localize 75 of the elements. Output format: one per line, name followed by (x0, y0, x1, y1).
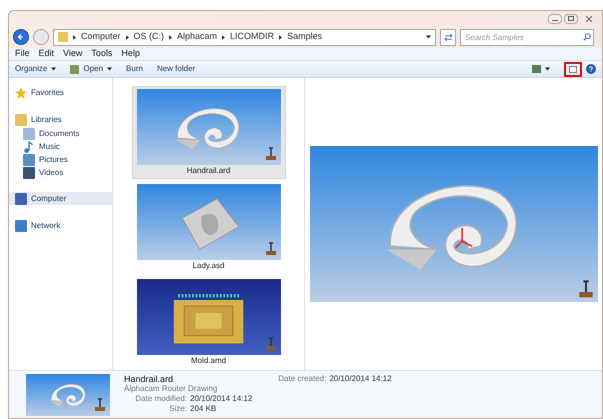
detail-value: 20/10/2014 14:12 (329, 374, 392, 384)
search-field[interactable]: Search Samples (460, 28, 594, 46)
file-tile[interactable]: Handrail.ard (132, 86, 286, 179)
detail-file-type: Alphacam Router Drawing (124, 384, 218, 394)
dropdown-caret-icon (545, 67, 550, 71)
star-icon (15, 86, 27, 98)
chevron-icon (169, 34, 172, 40)
file-name: Mold.amd (190, 355, 226, 367)
pictures-icon (23, 154, 35, 166)
close-icon (586, 16, 592, 22)
refresh-button[interactable] (440, 28, 456, 46)
machine-icon (264, 145, 276, 161)
nav-item[interactable]: Computer (9, 192, 112, 205)
menu-item[interactable]: View (63, 47, 82, 61)
preview-pane-button[interactable] (564, 62, 582, 76)
machine-icon (264, 335, 276, 351)
detail-value: 20/10/2014 14:12 (190, 394, 252, 404)
app-icon (70, 64, 80, 74)
menu-item[interactable]: Tools (91, 47, 112, 61)
detail-filename: Handrail.ard (124, 374, 174, 384)
network-icon (15, 220, 27, 232)
menu-item[interactable]: Help (121, 47, 140, 61)
file-name: Handrail.ard (186, 165, 230, 177)
maximize-button[interactable] (564, 14, 578, 24)
file-name: Lady.asd (192, 260, 224, 272)
nav-item[interactable]: Favorites (9, 86, 112, 99)
toolbar-button[interactable]: Burn (126, 63, 143, 75)
arrow-left-icon (17, 33, 25, 41)
nav-item[interactable]: Videos (9, 167, 112, 178)
dropdown-caret-icon[interactable] (426, 35, 431, 39)
back-button[interactable] (13, 29, 29, 45)
file-tile[interactable]: Mold.amd (132, 276, 286, 369)
machine-icon (264, 240, 276, 256)
menu-item[interactable]: File (15, 47, 30, 61)
chevron-icon (126, 34, 129, 40)
toolbar-button[interactable]: New folder (156, 63, 196, 75)
breadcrumb[interactable]: Samples (287, 30, 322, 44)
refresh-arrows-icon (444, 34, 452, 40)
folder-icon (58, 32, 68, 42)
chevron-icon (279, 34, 282, 40)
search-icon (583, 32, 591, 40)
toolbar-button[interactable]: Open (70, 63, 112, 75)
dropdown-caret-icon (107, 67, 112, 71)
question-mark-icon (589, 66, 593, 72)
detail-value: 204 KB (190, 404, 216, 414)
dropdown-caret-icon (51, 67, 56, 71)
breadcrumb[interactable]: Computer (81, 30, 121, 44)
toolbar-button[interactable]: Organize (15, 63, 56, 75)
videos-icon (23, 166, 35, 178)
view-icon (532, 65, 541, 73)
breadcrumb[interactable]: OS (C:) (134, 30, 164, 44)
nav-item[interactable]: Pictures (9, 154, 112, 165)
nav-item[interactable]: Music (9, 141, 112, 152)
menu-item[interactable]: Edit (38, 47, 54, 61)
address-bar[interactable]: Computer OS (C:) Alphacam LICOMDIR Samples (53, 28, 436, 46)
nav-item[interactable]: Libraries (9, 113, 112, 126)
chevron-icon (222, 34, 226, 40)
libraries-icon (15, 114, 27, 126)
nav-item[interactable]: Network (9, 219, 112, 232)
detail-label: Size: (168, 404, 187, 414)
detail-label: Date modified: (134, 394, 187, 404)
breadcrumb[interactable]: LICOMDIR (230, 30, 274, 44)
documents-icon (23, 128, 35, 140)
breadcrumb[interactable]: Alphacam (177, 30, 218, 44)
file-tile[interactable]: Lady.asd (132, 181, 286, 274)
machine-icon (94, 396, 106, 412)
chevron-icon (73, 34, 76, 40)
computer-icon (15, 192, 27, 204)
detail-label: Date created: (278, 374, 326, 384)
help-button[interactable] (586, 64, 596, 74)
music-note-icon (23, 140, 35, 152)
machine-icon (578, 278, 594, 298)
view-options-button[interactable] (532, 65, 550, 73)
nav-item[interactable]: Documents (9, 128, 112, 139)
minimize-button[interactable] (548, 14, 562, 24)
